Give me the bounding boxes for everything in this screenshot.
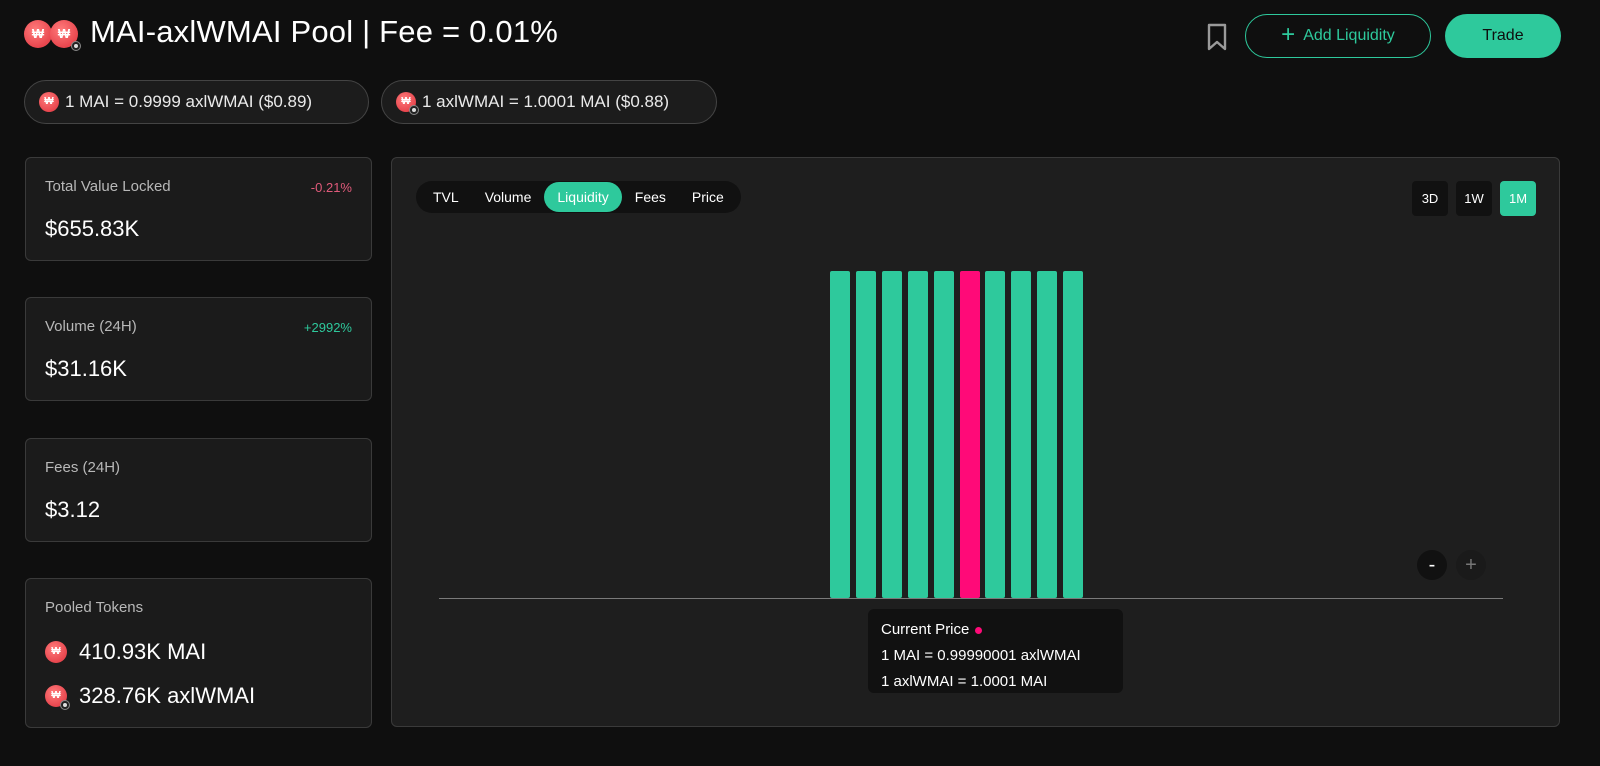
current-price-tooltip: Current Price 1 MAI = 0.99990001 axlWMAI… bbox=[868, 609, 1123, 693]
liquidity-bar[interactable] bbox=[985, 271, 1006, 598]
tab-price[interactable]: Price bbox=[679, 182, 737, 212]
trade-button[interactable]: Trade bbox=[1445, 14, 1561, 58]
axlwmai-token-icon: ₩ bbox=[396, 92, 419, 115]
liquidity-bar[interactable] bbox=[907, 271, 928, 598]
tooltip-line-2: 1 axlWMAI = 1.0001 MAI bbox=[881, 673, 1048, 690]
chart-baseline bbox=[439, 598, 1503, 599]
axlwmai-token-icon: ₩ bbox=[50, 20, 81, 51]
fees-label: Fees (24H) bbox=[45, 459, 121, 476]
chart-tabs: TVL Volume Liquidity Fees Price bbox=[416, 181, 741, 213]
tvl-label: Total Value Locked bbox=[45, 178, 171, 195]
plus-icon: + bbox=[1281, 21, 1296, 48]
price-text: 1 MAI = 0.9999 axlWMAI ($0.89) bbox=[65, 92, 313, 111]
mai-token-icon: ₩ bbox=[24, 20, 52, 48]
fees-value: $3.12 bbox=[45, 497, 101, 522]
range-3d[interactable]: 3D bbox=[1412, 181, 1448, 216]
tvl-card: Total Value Locked -0.21% $655.83K bbox=[25, 157, 372, 261]
pooled-tokens-card: Pooled Tokens ₩ 410.93K MAI ₩ 328.76K ax… bbox=[25, 578, 372, 728]
mai-token-icon: ₩ bbox=[39, 92, 59, 112]
volume-card: Volume (24H) +2992% $31.16K bbox=[25, 297, 372, 401]
pooled-label: Pooled Tokens bbox=[45, 599, 144, 616]
tab-tvl[interactable]: TVL bbox=[420, 182, 472, 212]
tvl-value: $655.83K bbox=[45, 216, 140, 241]
current-price-dot bbox=[975, 626, 983, 634]
chart-panel: TVL Volume Liquidity Fees Price 3D 1W 1M… bbox=[391, 157, 1560, 727]
liquidity-bar[interactable] bbox=[1037, 271, 1058, 598]
pooled-token-amount: 328.76K axlWMAI bbox=[79, 683, 256, 708]
pool-token-icons: ₩ ₩ bbox=[24, 20, 81, 51]
liquidity-bar-current[interactable] bbox=[959, 271, 980, 598]
liquidity-bar[interactable] bbox=[855, 271, 876, 598]
zoom-in-button[interactable]: + bbox=[1456, 550, 1486, 580]
page-title: MAI-axlWMAI Pool | Fee = 0.01% bbox=[90, 14, 559, 49]
tab-volume[interactable]: Volume bbox=[472, 182, 545, 212]
price-pill-mai[interactable]: ₩ 1 MAI = 0.9999 axlWMAI ($0.89) bbox=[24, 80, 369, 124]
tvl-change: -0.21% bbox=[310, 180, 352, 195]
pooled-token-amount: 410.93K MAI bbox=[79, 639, 207, 664]
tooltip-title: Current Price bbox=[881, 621, 970, 638]
zoom-out-button[interactable]: - bbox=[1417, 550, 1447, 580]
liquidity-bar[interactable] bbox=[933, 271, 954, 598]
pooled-token-row: ₩ 328.76K axlWMAI bbox=[45, 683, 256, 710]
mai-token-icon: ₩ bbox=[45, 641, 67, 663]
liquidity-bar[interactable] bbox=[1011, 271, 1032, 598]
fees-card: Fees (24H) $3.12 bbox=[25, 438, 372, 542]
pooled-token-row: ₩ 410.93K MAI bbox=[45, 639, 206, 665]
volume-change: +2992% bbox=[303, 320, 352, 335]
price-text: 1 axlWMAI = 1.0001 MAI ($0.88) bbox=[422, 92, 670, 111]
range-1m[interactable]: 1M bbox=[1500, 181, 1536, 216]
add-liquidity-button[interactable]: + Add Liquidity bbox=[1245, 14, 1431, 58]
liquidity-bar[interactable] bbox=[1063, 271, 1084, 598]
volume-label: Volume (24H) bbox=[45, 318, 137, 335]
time-range-selector: 3D 1W 1M bbox=[1412, 181, 1536, 216]
tooltip-line-1: 1 MAI = 0.99990001 axlWMAI bbox=[881, 647, 1081, 664]
range-1w[interactable]: 1W bbox=[1456, 181, 1492, 216]
volume-value: $31.16K bbox=[45, 356, 127, 381]
price-pill-axlwmai[interactable]: ₩ 1 axlWMAI = 1.0001 MAI ($0.88) bbox=[381, 80, 717, 124]
bookmark-icon[interactable] bbox=[1204, 22, 1230, 52]
axlwmai-token-icon: ₩ bbox=[45, 685, 70, 710]
tab-liquidity[interactable]: Liquidity bbox=[544, 182, 622, 212]
liquidity-bar[interactable] bbox=[830, 271, 850, 598]
tab-fees[interactable]: Fees bbox=[622, 182, 679, 212]
liquidity-bar[interactable] bbox=[881, 271, 902, 598]
